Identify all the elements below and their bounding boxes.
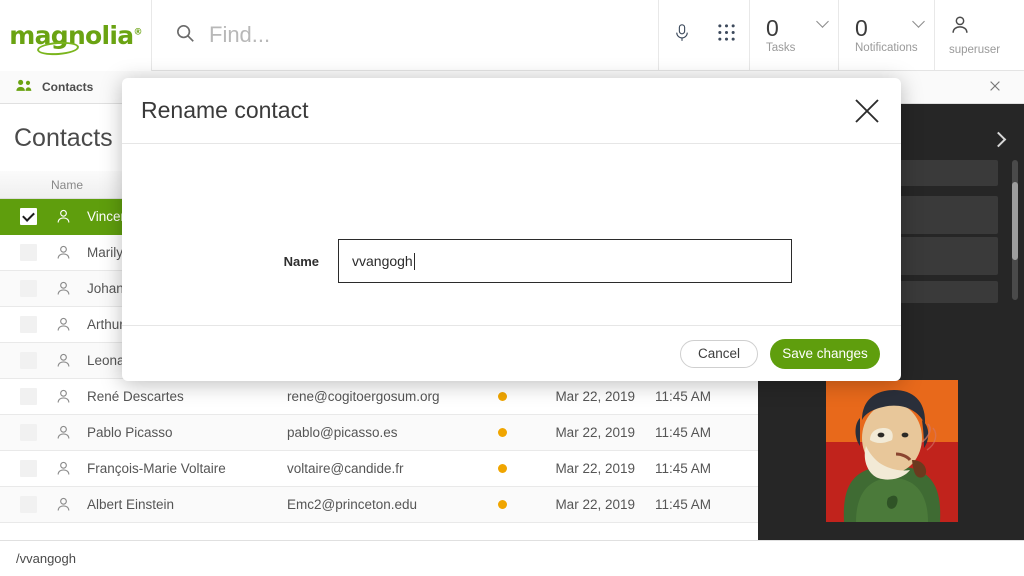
row-status: [477, 392, 527, 401]
row-name: Pablo Picasso: [87, 425, 287, 440]
tab-label: Contacts: [42, 80, 93, 94]
apps-launcher-button[interactable]: [704, 0, 749, 70]
panel-scrollbar-thumb[interactable]: [1012, 182, 1018, 260]
global-search[interactable]: [152, 0, 659, 70]
microphone-icon: [673, 22, 691, 49]
magnolia-logo[interactable]: magnolia®: [0, 0, 152, 71]
row-checkbox[interactable]: [20, 424, 37, 441]
search-icon: [174, 22, 196, 49]
row-date: Mar 22, 2019: [527, 425, 635, 440]
row-time: 11:45 AM: [635, 425, 721, 440]
panel-scrollbar[interactable]: [1012, 160, 1018, 300]
user-menu[interactable]: superuser: [934, 0, 1024, 70]
save-changes-button[interactable]: Save changes: [770, 339, 880, 369]
person-icon: [55, 316, 77, 333]
row-checkbox[interactable]: [20, 244, 37, 261]
row-checkbox[interactable]: [20, 280, 37, 297]
close-icon[interactable]: [853, 97, 881, 125]
avatar: [949, 14, 971, 41]
notifications-indicator[interactable]: 0 Notifications: [838, 0, 934, 70]
name-input[interactable]: vvangogh: [338, 239, 792, 283]
status-badge: [498, 428, 507, 437]
row-status: [477, 464, 527, 473]
dialog-header: Rename contact: [122, 78, 901, 144]
notifications-label: Notifications: [855, 42, 934, 54]
status-badge: [498, 392, 507, 401]
close-icon[interactable]: [988, 79, 1004, 95]
person-icon: [55, 280, 77, 297]
status-bar: /vvangogh: [0, 540, 1024, 576]
row-email: rene@cogitoergosum.org: [287, 389, 477, 404]
table-row[interactable]: Pablo Picassopablo@picasso.es Mar 22, 201…: [0, 415, 758, 451]
tasks-label: Tasks: [766, 42, 838, 54]
row-time: 11:45 AM: [635, 389, 721, 404]
row-date: Mar 22, 2019: [527, 389, 635, 404]
username-label: superuser: [949, 44, 1000, 56]
dialog-title: Rename contact: [141, 97, 308, 124]
dialog-footer: Cancel Save changes: [122, 325, 901, 381]
logo-wordmark: magnolia®: [9, 23, 142, 48]
status-badge: [498, 464, 507, 473]
person-icon: [55, 388, 77, 405]
apps-grid-icon: [717, 23, 736, 47]
text-caret: [414, 253, 415, 270]
logo-registered-mark: ®: [133, 28, 141, 38]
person-icon: [55, 424, 77, 441]
contact-portrait: [826, 380, 958, 522]
row-email: pablo@picasso.es: [287, 425, 477, 440]
cancel-button[interactable]: Cancel: [680, 340, 758, 368]
current-path-label: /vvangogh: [16, 551, 76, 566]
row-email: Emc2@princeton.edu: [287, 497, 477, 512]
column-header-name[interactable]: Name: [51, 178, 83, 192]
voice-search-button[interactable]: [659, 0, 704, 70]
person-icon: [55, 496, 77, 513]
person-icon: [55, 208, 77, 225]
row-email: voltaire@candide.fr: [287, 461, 477, 476]
row-checkbox[interactable]: [20, 388, 37, 405]
row-checkbox[interactable]: [20, 460, 37, 477]
row-time: 11:45 AM: [635, 461, 721, 476]
app-header: magnolia®: [0, 0, 1024, 71]
chevron-right-icon[interactable]: [991, 132, 1007, 148]
row-status: [477, 500, 527, 509]
name-field-row: Name vvangogh: [122, 239, 901, 283]
tab-contacts[interactable]: Contacts: [0, 71, 109, 104]
person-icon: [55, 244, 77, 261]
application-window: magnolia®: [0, 0, 1024, 576]
row-date: Mar 22, 2019: [527, 461, 635, 476]
contacts-people-icon: [16, 79, 33, 95]
table-row[interactable]: René Descartesrene@cogitoergosum.org Mar …: [0, 379, 758, 415]
row-checkbox[interactable]: [20, 316, 37, 333]
row-name: René Descartes: [87, 389, 287, 404]
page-title: Contacts: [14, 124, 113, 153]
person-icon: [55, 352, 77, 369]
status-badge: [498, 500, 507, 509]
row-name: François-Marie Voltaire: [87, 461, 287, 476]
table-row[interactable]: François-Marie Voltairevoltaire@candide.…: [0, 451, 758, 487]
row-name: Albert Einstein: [87, 497, 287, 512]
row-checkbox[interactable]: [20, 208, 37, 225]
tasks-indicator[interactable]: 0 Tasks: [749, 0, 838, 70]
row-status: [477, 428, 527, 437]
row-checkbox[interactable]: [20, 352, 37, 369]
van-gogh-self-portrait-image: [826, 380, 958, 522]
row-checkbox[interactable]: [20, 496, 37, 513]
rename-contact-dialog: Rename contact Name vvangogh Cancel Save…: [122, 78, 901, 381]
table-row[interactable]: Albert EinsteinEmc2@princeton.edu Mar 22,…: [0, 487, 758, 523]
row-time: 11:45 AM: [635, 497, 721, 512]
dialog-body: Name vvangogh: [122, 144, 901, 325]
person-icon: [55, 460, 77, 477]
search-input[interactable]: [209, 22, 645, 48]
name-field-label: Name: [122, 254, 338, 269]
name-input-value: vvangogh: [352, 253, 413, 269]
row-date: Mar 22, 2019: [527, 497, 635, 512]
